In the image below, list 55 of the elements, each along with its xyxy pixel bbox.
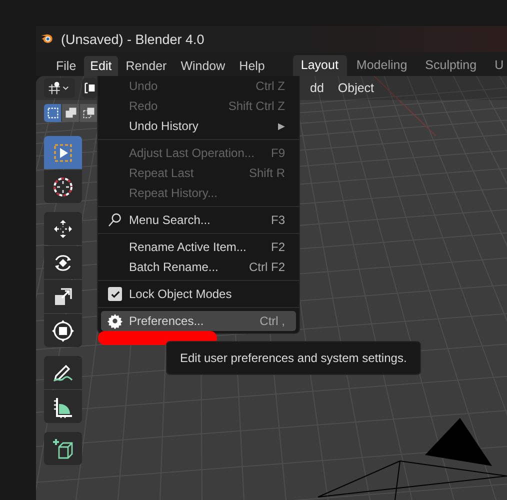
checkbox[interactable] [108,287,122,301]
blender-logo-icon [40,32,54,46]
menu-item[interactable]: Window [174,56,232,76]
box-select-icon [82,81,96,95]
workspace-tab[interactable]: Sculpting [417,55,486,76]
tool-button[interactable] [44,356,82,389]
window-title: (Unsaved) - Blender 4.0 [61,32,204,46]
menu-item[interactable]: Menu Search... F3 [101,210,296,230]
shortcut-label: F9 [270,146,286,160]
menu-item[interactable]: Edit [84,56,118,76]
tool-button[interactable] [44,170,82,203]
object-mode-icon [47,80,62,96]
tool-button[interactable] [44,280,82,313]
tool-button[interactable] [44,314,82,347]
caret-icon [62,84,69,92]
menu-item[interactable]: Help [233,56,271,76]
shortcut-label: F2 [270,240,286,254]
tool-button[interactable] [44,246,82,279]
axis-line [374,76,436,136]
tooltip-text: Edit user preferences and system settings. [180,351,407,365]
select-mode-button[interactable] [44,104,61,122]
tool-button[interactable] [44,432,82,465]
menu-item[interactable]: Render [120,56,173,76]
search-icon [107,212,123,228]
shortcut-label: Shift R [248,166,286,180]
tool-button[interactable] [44,390,82,423]
select-new-icon [46,106,60,120]
select-mode-button[interactable] [80,104,97,122]
select-subtract-icon [82,106,96,120]
shortcut-label: Ctrl Z [256,79,286,93]
settings-icon [107,313,123,329]
shortcut-label: Shift Ctrl Z [228,99,286,113]
submenu-arrow-icon: ▶ [278,121,296,131]
tool-button[interactable] [44,212,82,245]
menu-item[interactable]: Rename Active Item... F2 [101,237,296,257]
shortcut-label: Ctrl , [260,314,286,328]
menu-item[interactable]: Batch Rename... Ctrl F2 [101,257,296,277]
shortcut-label: F3 [270,213,286,227]
select-mode-button[interactable] [62,104,79,122]
workspace-tab[interactable]: Modeling [348,55,416,76]
view-button[interactable] [82,78,97,98]
shortcut-label: Ctrl F2 [249,260,286,274]
workspace-tab[interactable]: Layout [292,55,348,76]
mode-dropdown[interactable] [44,78,75,98]
menu-item[interactable]: Preferences... Ctrl , [101,311,296,331]
select-extend-icon [64,106,78,120]
workspace-tab[interactable]: U [486,55,507,76]
cursor-icon [51,174,75,198]
header-menu[interactable]: Object [338,81,374,95]
add-cube-icon [51,436,75,460]
transform-icon [51,318,75,342]
menu-item[interactable]: Undo History ▶ [101,116,296,136]
menu-item[interactable]: Lock Object Modes [101,284,296,304]
menu-item[interactable]: File [50,56,82,76]
header-menu[interactable]: dd [310,81,324,95]
